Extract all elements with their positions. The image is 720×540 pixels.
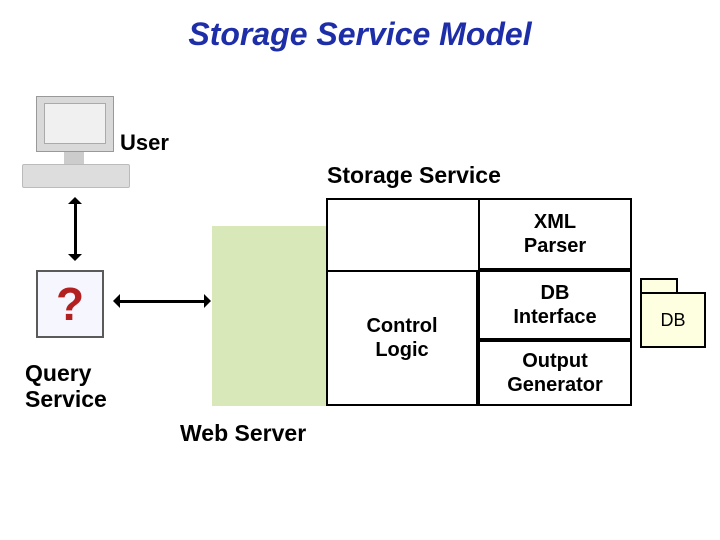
question-icon: ? — [36, 270, 104, 338]
db-interface-box: DBInterface — [478, 270, 632, 340]
db-folder: DB — [640, 278, 706, 348]
workstation-screen — [44, 103, 106, 144]
arrow-user-query — [74, 200, 77, 258]
web-server-label: Web Server — [180, 420, 306, 447]
page-title: Storage Service Model — [0, 16, 720, 53]
workstation-stand — [64, 152, 84, 164]
storage-service-label: Storage Service — [327, 162, 501, 189]
query-service-label: QueryService — [25, 360, 107, 412]
db-label: DB — [640, 292, 706, 348]
workstation-base — [22, 164, 130, 188]
xml-parser-box: XMLParser — [478, 198, 632, 270]
arrow-query-server — [116, 300, 208, 303]
output-generator-box: OutputGenerator — [478, 340, 632, 406]
control-logic-box: ControlLogic — [326, 270, 478, 406]
user-label: User — [120, 130, 169, 156]
